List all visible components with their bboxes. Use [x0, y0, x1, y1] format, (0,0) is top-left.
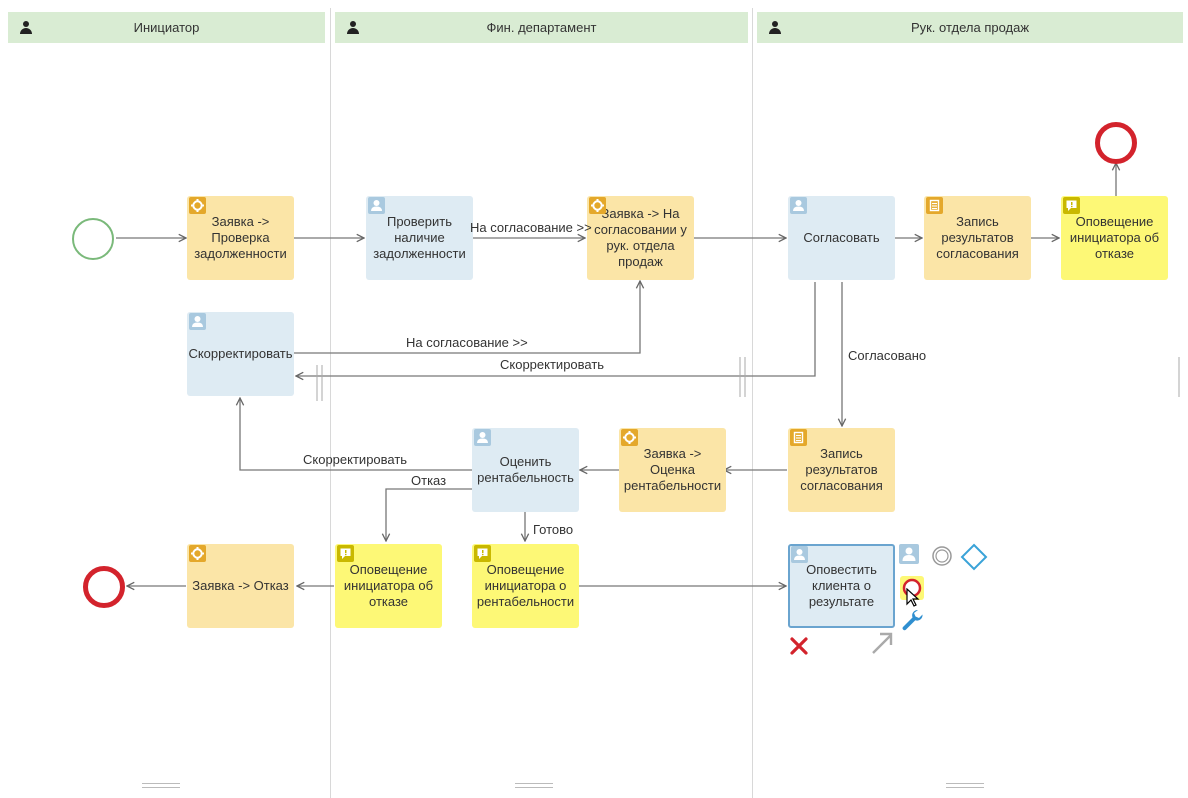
edge-label: Готово	[533, 522, 574, 537]
task-zapis-1[interactable]: Запись результатов согласования	[924, 196, 1031, 280]
task-label: Согласовать	[803, 230, 880, 245]
task-label: Заявка -> Проверка задолженности	[194, 214, 287, 261]
message-icon	[474, 545, 491, 562]
gear-icon	[189, 545, 206, 562]
task-label: Заявка -> Оценка рентабельности	[623, 446, 722, 493]
task-ocenit[interactable]: Оценить рентабельность	[472, 428, 579, 512]
delete-icon[interactable]	[789, 636, 809, 656]
user-icon	[474, 429, 491, 446]
task-skorrektirovat[interactable]: Скорректировать	[187, 312, 294, 396]
edge-label: На согласование >>	[406, 335, 528, 350]
user-icon	[791, 546, 808, 563]
task-label: Оценить рентабельность	[477, 454, 574, 485]
task-opoveshenie-otkaz-mid[interactable]: Оповещение инициатора об отказе	[335, 544, 442, 628]
task-label: Оповещение инициатора об отказе	[343, 562, 434, 609]
connectors-layer	[116, 0, 1180, 798]
task-zapis-2[interactable]: Запись результатов согласования	[788, 428, 895, 512]
task-opoveshenie-otkaz-right[interactable]: Оповещение инициатора об отказе	[1061, 196, 1168, 280]
user-icon	[790, 197, 807, 214]
edge-label: Отказ	[411, 473, 447, 488]
flow-evaluate-to-notify-refusal	[386, 488, 472, 541]
user-icon	[368, 197, 385, 214]
lane-resize-handle[interactable]	[515, 783, 553, 788]
edge-label: Согласовано	[848, 348, 927, 363]
bpmn-canvas[interactable]: Инициатор Фин. департамент Рук. отдела п…	[0, 0, 1188, 798]
lane-resize-handle[interactable]	[946, 783, 984, 788]
user-task-icon[interactable]	[899, 544, 919, 564]
message-icon	[1063, 197, 1080, 214]
task-label: Оповестить клиента о результате	[806, 562, 877, 609]
user-icon	[189, 313, 206, 330]
task-zayavka-proverka[interactable]: Заявка -> Проверка задолженности	[187, 196, 294, 280]
script-icon	[790, 429, 807, 446]
gear-icon	[189, 197, 206, 214]
message-icon	[337, 545, 354, 562]
task-label: Запись результатов согласования	[936, 214, 1019, 261]
script-icon	[926, 197, 943, 214]
task-label: Оповещение инициатора о рентабельности	[476, 562, 575, 609]
end-event-rejected[interactable]	[1095, 122, 1137, 164]
task-soglasovat[interactable]: Согласовать	[788, 196, 895, 280]
start-event[interactable]	[72, 218, 114, 260]
task-label: Заявка -> На согласовании у рук. отдела …	[594, 206, 687, 269]
task-proverit[interactable]: Проверить наличие задолженности	[366, 196, 473, 280]
gear-icon	[589, 197, 606, 214]
task-opovestit-klienta[interactable]: Оповестить клиента о результате	[788, 544, 895, 628]
edge-label: Скорректировать	[303, 452, 408, 467]
task-zayavka-soglasovanie[interactable]: Заявка -> На согласовании у рук. отдела …	[587, 196, 694, 280]
task-label: Скорректировать	[188, 346, 293, 361]
edge-label: Скорректировать	[500, 357, 605, 372]
task-label: Заявка -> Отказ	[192, 578, 289, 593]
intermediate-event-icon[interactable]	[931, 545, 953, 567]
task-zayavka-ocenka[interactable]: Заявка -> Оценка рентабельности	[619, 428, 726, 512]
gear-icon	[621, 429, 638, 446]
gateway-icon[interactable]	[959, 542, 989, 572]
wrench-icon[interactable]	[899, 607, 925, 633]
connect-arrow-icon[interactable]	[869, 630, 895, 656]
task-zayavka-otkaz[interactable]: Заявка -> Отказ	[187, 544, 294, 628]
lane-resize-handle[interactable]	[142, 783, 180, 788]
task-label: Оповещение инициатора об отказе	[1069, 214, 1160, 261]
edge-label: На согласование >>	[470, 220, 592, 235]
task-label: Проверить наличие задолженности	[373, 214, 466, 261]
mouse-cursor-icon	[906, 588, 920, 607]
task-opoveshenie-rent[interactable]: Оповещение инициатора о рентабельности	[472, 544, 579, 628]
end-event-refusal[interactable]	[83, 566, 125, 608]
task-label: Запись результатов согласования	[800, 446, 883, 493]
